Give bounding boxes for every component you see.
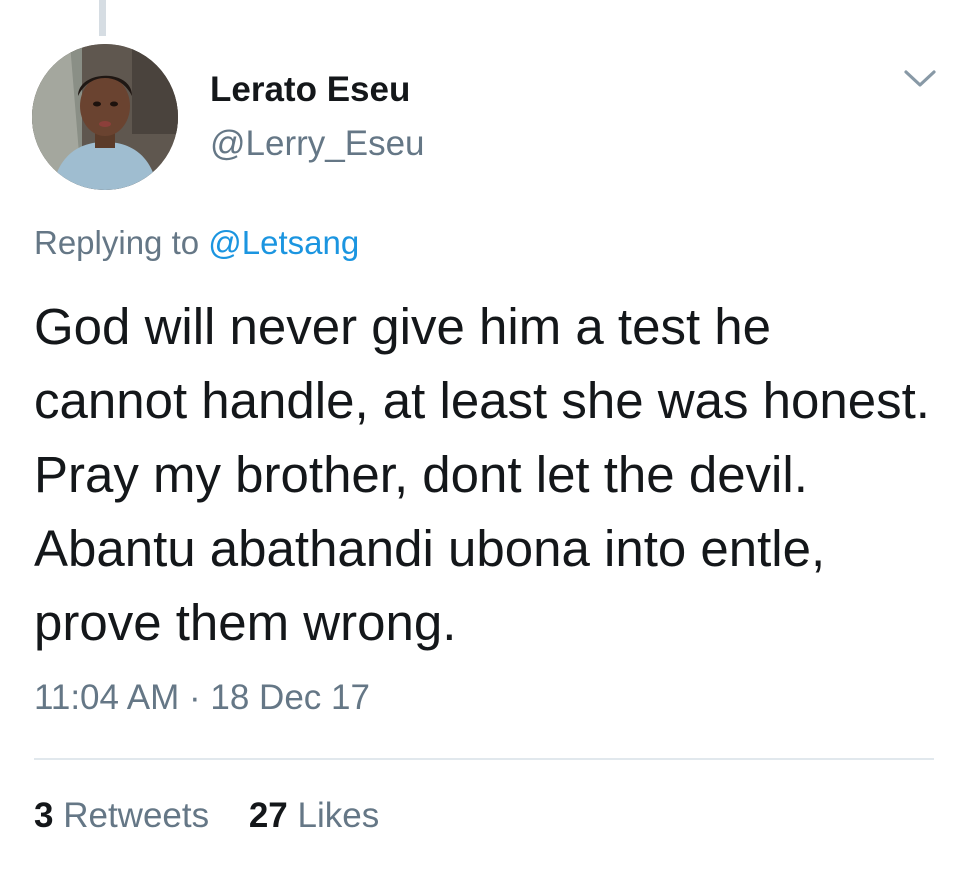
retweets-stat[interactable]: 3 Retweets [34, 796, 209, 836]
tweet-menu-button[interactable] [902, 64, 938, 94]
chevron-down-icon [904, 70, 936, 87]
tweet-stats: 3 Retweets 27 Likes [34, 796, 379, 836]
tweet-timestamp[interactable]: 11:04 AM · 18 Dec 17 [34, 678, 370, 718]
tweet-time: 11:04 AM [34, 678, 180, 717]
likes-stat[interactable]: 27 Likes [249, 796, 379, 836]
tweet-text: God will never give him a test he cannot… [34, 298, 930, 651]
reply-mention-link[interactable]: @Letsang [208, 224, 359, 261]
replying-to-label: Replying to [34, 224, 200, 261]
avatar-photo [32, 44, 178, 190]
author-display-name[interactable]: Lerato Eseu [210, 70, 410, 110]
timestamp-separator: · [189, 678, 201, 717]
likes-count: 27 [248, 796, 288, 835]
author-handle[interactable]: @Lerry_Eseu [210, 124, 425, 164]
likes-label: Likes [297, 796, 380, 835]
retweets-label: Retweets [63, 796, 210, 835]
thread-connector-line [99, 0, 106, 36]
retweets-count: 3 [34, 796, 54, 835]
avatar[interactable] [32, 44, 178, 190]
tweet-date: 18 Dec 17 [210, 678, 370, 717]
stats-divider [34, 758, 934, 760]
replying-to-line: Replying to @Letsang [34, 224, 359, 262]
